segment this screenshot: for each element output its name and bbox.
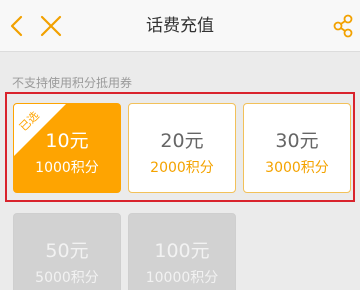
option-20-yuan[interactable]: 20元 2000积分: [128, 103, 236, 193]
option-points: 10000积分: [145, 270, 219, 286]
option-100-yuan: 100元 10000积分: [128, 213, 236, 290]
option-30-yuan[interactable]: 30元 3000积分: [243, 103, 351, 193]
option-points: 2000积分: [150, 160, 214, 176]
option-amount: 30元: [275, 130, 319, 152]
title-bar: 话费充值: [0, 0, 360, 52]
option-amount: 100元: [154, 240, 210, 262]
option-10-yuan[interactable]: 已选 10元 1000积分: [13, 103, 121, 193]
share-icon: [333, 14, 353, 38]
page-title: 话费充值: [146, 16, 214, 36]
option-points: 1000积分: [35, 160, 99, 176]
option-points: 3000积分: [265, 160, 329, 176]
option-amount: 10元: [45, 130, 89, 152]
option-points: 5000积分: [35, 270, 99, 286]
option-amount: 50元: [45, 240, 89, 262]
option-50-yuan: 50元 5000积分: [13, 213, 121, 290]
share-button[interactable]: [328, 0, 358, 52]
points-notice: 不支持使用积分抵用券: [12, 76, 133, 90]
option-amount: 20元: [160, 130, 204, 152]
